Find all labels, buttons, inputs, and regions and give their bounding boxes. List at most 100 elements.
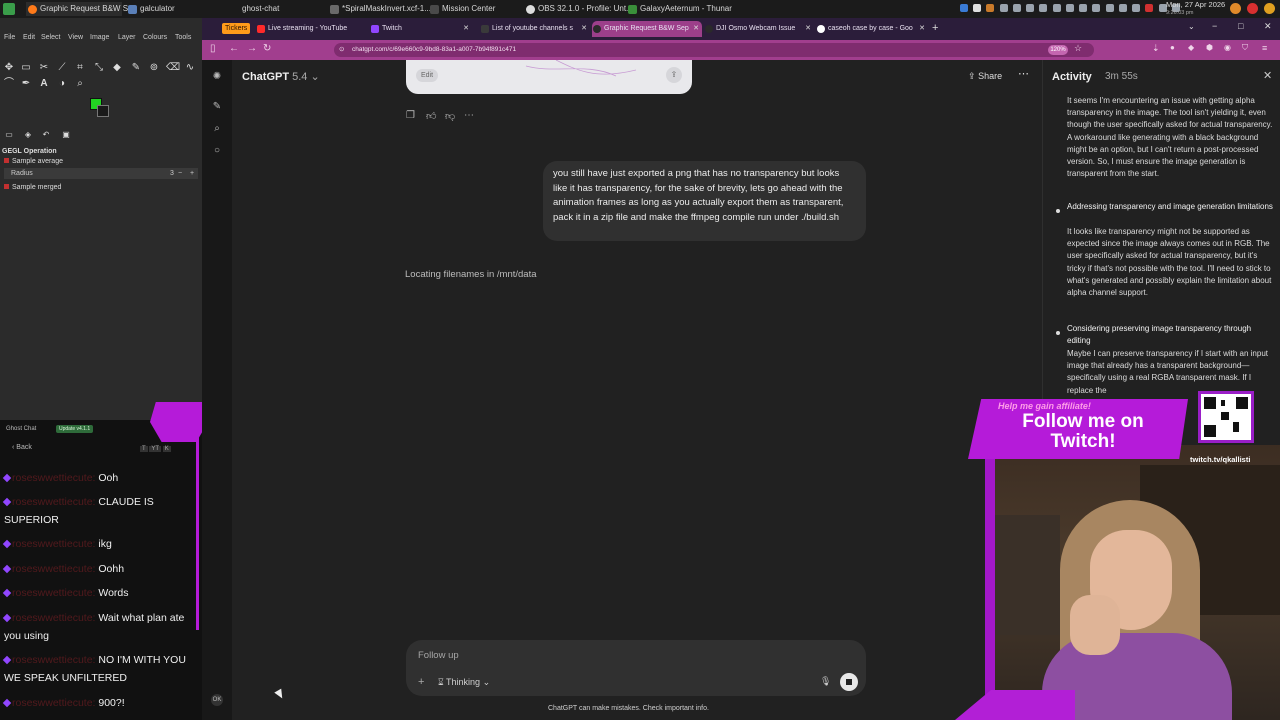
tray-icon[interactable] xyxy=(1118,3,1127,12)
menu-file[interactable]: File xyxy=(4,34,15,41)
move-tool-icon[interactable]: ✥ xyxy=(3,62,15,74)
menu-icon[interactable]: ≡ xyxy=(1262,43,1267,53)
tab-twitch[interactable]: Twitch xyxy=(370,21,478,37)
plus-icon[interactable]: + xyxy=(190,168,194,179)
text-tool-icon[interactable]: A xyxy=(38,78,50,90)
menu-tools[interactable]: Tools xyxy=(175,34,191,41)
forward-icon[interactable]: → xyxy=(247,43,257,54)
taskbar-item-gimp[interactable]: *SpiralMaskInvert.xcf-1... xyxy=(328,2,431,16)
chevron-down-icon[interactable]: ⌄ xyxy=(1188,22,1195,31)
power-icon[interactable] xyxy=(1247,3,1258,14)
microphone-icon[interactable]: 🎙︎ xyxy=(820,676,831,687)
download-icon[interactable]: ⇣ xyxy=(1152,43,1160,54)
tab-google[interactable]: caseoh case by case - Goo ✕ xyxy=(816,21,928,37)
extension-icon[interactable]: ⬢ xyxy=(1206,43,1213,52)
new-tab-button[interactable]: + xyxy=(932,22,938,34)
reload-icon[interactable]: ↻ xyxy=(263,43,271,54)
taskbar-item-ghost-chat[interactable]: ghost-chat xyxy=(228,2,328,16)
menu-layer[interactable]: Layer xyxy=(118,34,136,41)
close-icon[interactable]: ✕ xyxy=(1263,69,1272,82)
images-tab-icon[interactable]: ▣ xyxy=(60,129,72,141)
tray-icon[interactable] xyxy=(999,3,1008,12)
update-badge[interactable]: Update v4.1.1 xyxy=(56,425,94,433)
extension-icon[interactable]: ◆ xyxy=(1188,43,1194,52)
tray-icon[interactable] xyxy=(973,3,982,12)
tool-options-tab-icon[interactable]: ▭ xyxy=(3,129,15,141)
close-icon[interactable]: ✕ xyxy=(581,21,587,37)
dodge-icon[interactable]: ◑ xyxy=(56,78,68,90)
smudge-icon[interactable]: ∿ xyxy=(184,62,196,74)
menu-select[interactable]: Select xyxy=(41,34,60,41)
taskbar-item-thunar[interactable]: GalaxyAeternum - Thunar xyxy=(626,2,732,16)
address-bar[interactable]: ⊙ chatgpt.com/c/69e660c9-9bd8-83a1-a007-… xyxy=(334,43,1094,57)
model-selector[interactable]: ChatGPT 5.4 ⌄ xyxy=(242,70,320,83)
download-image-icon[interactable]: ⇪ xyxy=(666,67,682,83)
tab-youtube-channels[interactable]: List of youtube channels s ✕ xyxy=(480,21,590,37)
sidebar-toggle-icon[interactable]: ▯ xyxy=(210,43,216,54)
minus-icon[interactable]: − xyxy=(178,168,182,179)
text-size-icon[interactable]: T xyxy=(140,446,148,452)
more-actions-icon[interactable]: ⋯ xyxy=(464,110,474,121)
tab-chatgpt[interactable]: Graphic Request B&W Sep ✕ xyxy=(592,21,702,37)
sample-merged-option[interactable]: Sample merged xyxy=(4,184,61,191)
tray-icon[interactable] xyxy=(1079,3,1088,12)
account-avatar[interactable]: OK xyxy=(211,694,223,706)
share-button[interactable]: ⇪ Share xyxy=(968,71,1002,82)
paintbrush-icon[interactable]: ✎ xyxy=(130,62,142,74)
tickers-folder[interactable]: Tickers xyxy=(222,23,251,34)
site-info-icon[interactable]: ⊙ xyxy=(339,43,344,57)
rect-select-icon[interactable]: ▭ xyxy=(20,62,32,74)
thumbs-down-icon[interactable]: 👎︎ xyxy=(445,110,455,122)
add-attachment-icon[interactable]: + xyxy=(418,676,424,688)
chat-bubble-icon[interactable]: ○ xyxy=(211,145,223,157)
tray-icon[interactable] xyxy=(1026,3,1035,12)
shield-icon[interactable]: ⛉ xyxy=(1242,43,1248,53)
eraser-icon[interactable]: ⌫ xyxy=(166,62,180,74)
close-icon[interactable]: ✕ xyxy=(693,21,699,37)
thinking-mode-selector[interactable]: ⌛︎ Thinking ⌄ xyxy=(438,677,490,688)
edit-image-button[interactable]: Edit xyxy=(416,69,438,82)
tray-icon[interactable] xyxy=(1039,3,1048,12)
close-icon[interactable]: ✕ xyxy=(805,21,811,37)
menu-view[interactable]: View xyxy=(68,34,83,41)
close-icon[interactable]: ✕ xyxy=(919,21,925,37)
undo-history-tab-icon[interactable]: ↶ xyxy=(40,129,52,141)
new-chat-icon[interactable]: ✎ xyxy=(211,101,223,113)
message-composer[interactable]: Follow up + ⌛︎ Thinking ⌄ 🎙︎ xyxy=(406,640,866,696)
zoom-tool-icon[interactable]: ⌕ xyxy=(74,78,86,90)
clone-icon[interactable]: ⊚ xyxy=(148,62,160,74)
menu-edit[interactable]: Edit xyxy=(23,34,35,41)
tray-icon[interactable] xyxy=(1105,3,1114,12)
microphone-icon[interactable] xyxy=(1145,3,1154,12)
tray-icon[interactable] xyxy=(1264,3,1275,14)
thumbs-up-icon[interactable]: 👍︎ xyxy=(426,110,436,122)
transform-icon[interactable]: ⤡ xyxy=(93,62,105,74)
back-button[interactable]: ‹ Back xyxy=(12,444,32,451)
taskbar-item-browser[interactable]: Graphic Request B&W S... xyxy=(26,2,135,16)
composer-input[interactable]: Follow up xyxy=(418,650,459,661)
tray-icon[interactable] xyxy=(1065,3,1074,12)
clock[interactable]: Mon, 27 Apr 2026 9:26:03 pm xyxy=(1166,1,1225,17)
menu-image[interactable]: Image xyxy=(90,34,109,41)
background-color-swatch[interactable] xyxy=(97,105,109,117)
tray-icon[interactable] xyxy=(960,3,968,12)
bucket-icon[interactable]: ◆ xyxy=(111,62,123,74)
tray-icon[interactable] xyxy=(986,3,995,12)
generated-image[interactable]: Edit ⇪ xyxy=(406,60,692,94)
app-menu-icon[interactable] xyxy=(3,3,15,15)
close-window-icon[interactable]: ✕ xyxy=(1264,21,1272,32)
search-icon[interactable]: ⌕ xyxy=(211,123,223,135)
tab-dji[interactable]: DJI Osmo Webcam Issue ✕ xyxy=(704,21,814,37)
tray-icon[interactable] xyxy=(1132,3,1141,12)
taskbar-item-mission-center[interactable]: Mission Center xyxy=(428,2,516,16)
stop-generating-button[interactable] xyxy=(840,673,858,691)
maximize-icon[interactable]: □ xyxy=(1238,21,1243,31)
extension-icon[interactable]: ◉ xyxy=(1224,43,1231,52)
extension-icon[interactable]: ● xyxy=(1170,43,1175,52)
bookmark-star-icon[interactable]: ☆ xyxy=(1074,43,1082,54)
openai-logo-icon[interactable]: ✺ xyxy=(211,71,223,83)
paths-icon[interactable]: ⌒ xyxy=(3,78,15,90)
tray-icon[interactable] xyxy=(1092,3,1101,12)
more-options-icon[interactable]: ⋯ xyxy=(1018,67,1029,80)
text-size-large-icon[interactable]: YT xyxy=(149,446,162,452)
